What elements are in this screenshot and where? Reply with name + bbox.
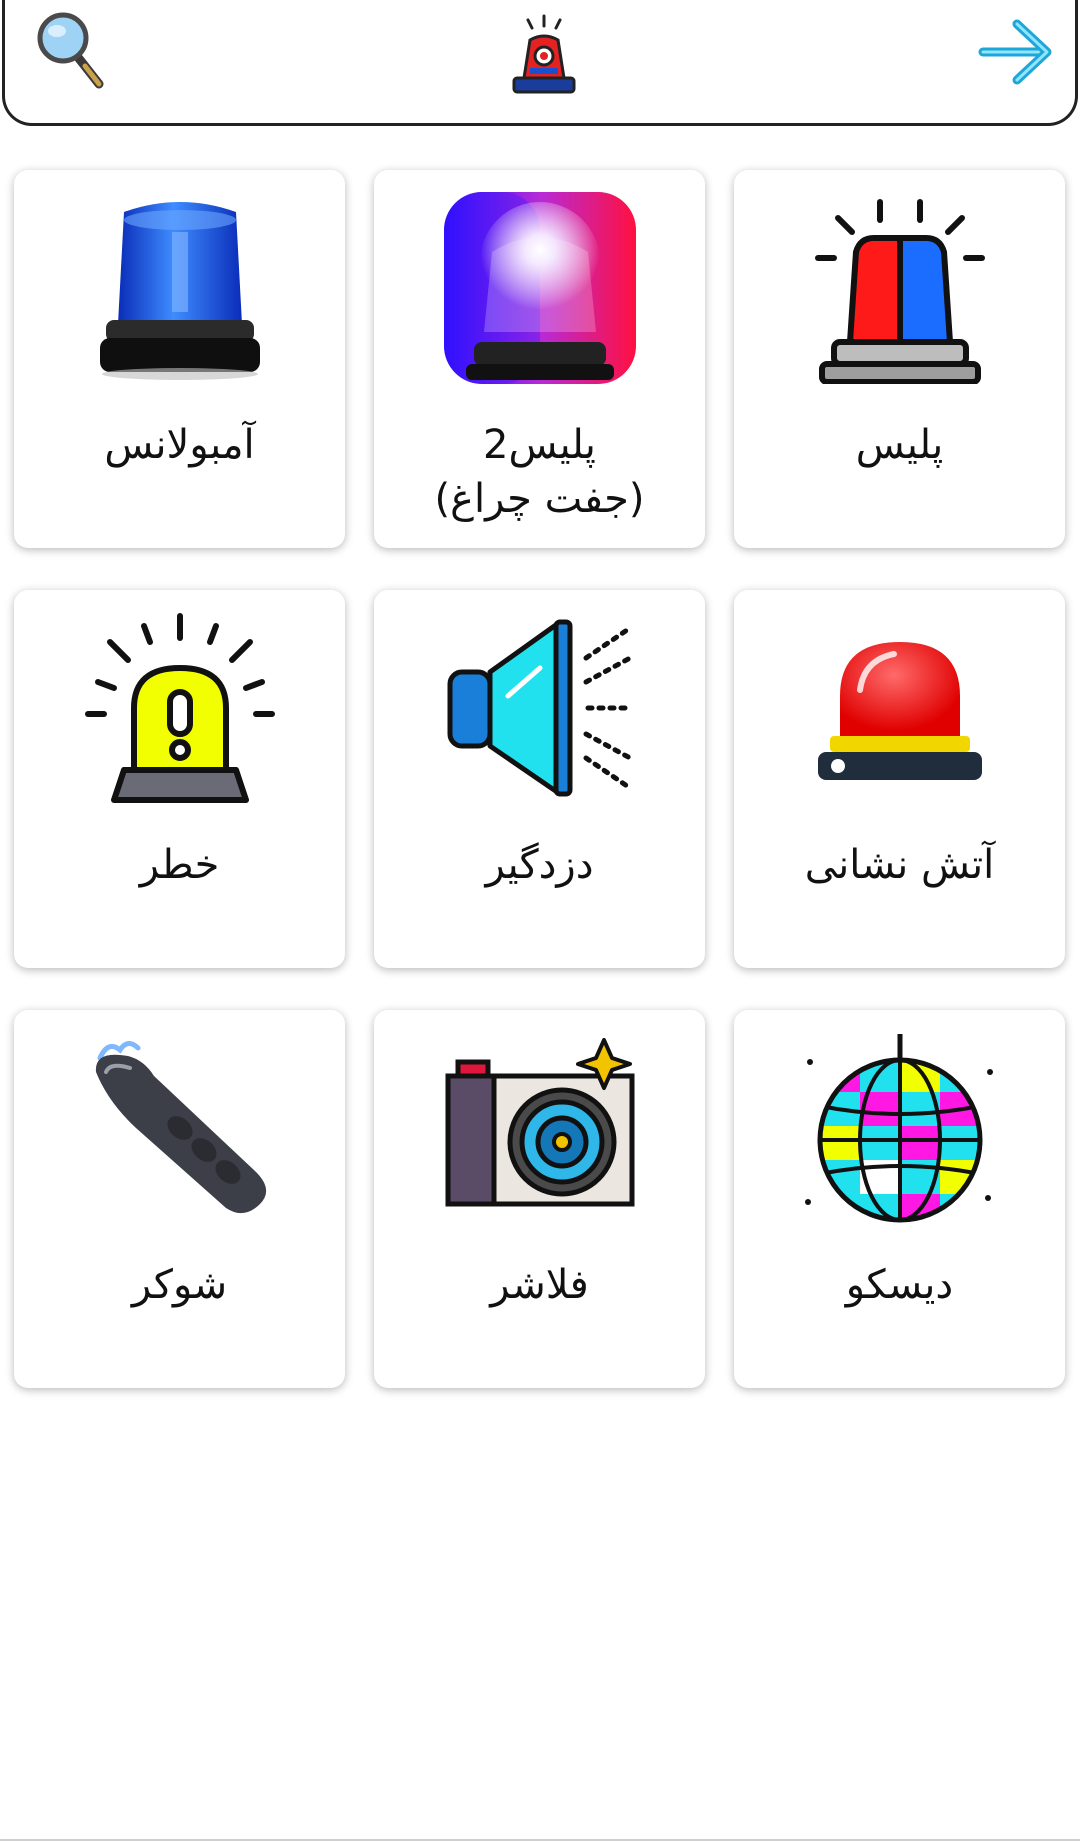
top-bar	[2, 0, 1078, 126]
search-button[interactable]	[35, 8, 111, 92]
police-double-light-icon	[444, 192, 636, 384]
tile-label: خطر	[139, 842, 220, 888]
tile-label: فلاشر	[490, 1262, 589, 1308]
stun-gun-icon	[84, 1032, 276, 1224]
arrow-right-icon	[978, 19, 1052, 85]
tile-burglar-alarm[interactable]: دزدگیر	[374, 590, 705, 968]
tile-disco[interactable]: دیسکو	[734, 1010, 1065, 1388]
tile-danger[interactable]: خطر	[14, 590, 345, 968]
forward-button[interactable]	[977, 14, 1055, 90]
tile-label: دزدگیر	[485, 842, 594, 888]
tile-ambulance[interactable]: آمبولانس	[14, 170, 345, 548]
tile-label: آمبولانس	[104, 422, 255, 468]
tile-fire[interactable]: آتش نشانی	[734, 590, 1065, 968]
ambulance-blue-beacon-icon	[84, 192, 276, 384]
disco-ball-icon	[804, 1032, 996, 1224]
tile-shocker[interactable]: شوکر	[14, 1010, 345, 1388]
camera-flash-icon	[444, 1032, 636, 1224]
tile-label: شوکر	[131, 1262, 228, 1308]
danger-warning-light-icon	[84, 612, 276, 804]
police-siren-icon	[804, 192, 996, 385]
tile-label: دیسکو	[845, 1262, 954, 1308]
tile-label: آتش نشانی	[804, 842, 995, 888]
magnifier-icon	[37, 12, 104, 89]
tile-flasher[interactable]: فلاشر	[374, 1010, 705, 1388]
tile-label: پلیس	[855, 422, 944, 468]
alarm-speaker-icon	[444, 612, 636, 804]
tile-label: پلیس2 (جفت چراغ)	[434, 422, 645, 522]
tile-police-2[interactable]: پلیس2 (جفت چراغ)	[374, 170, 705, 548]
siren-logo-icon	[500, 12, 588, 100]
tile-police[interactable]: پلیس	[734, 170, 1065, 548]
fire-red-beacon-icon	[804, 612, 996, 804]
app-screen: پلیس پلیس2 (جفت چراغ) آمبولانس آتش نشانی…	[0, 0, 1080, 1841]
